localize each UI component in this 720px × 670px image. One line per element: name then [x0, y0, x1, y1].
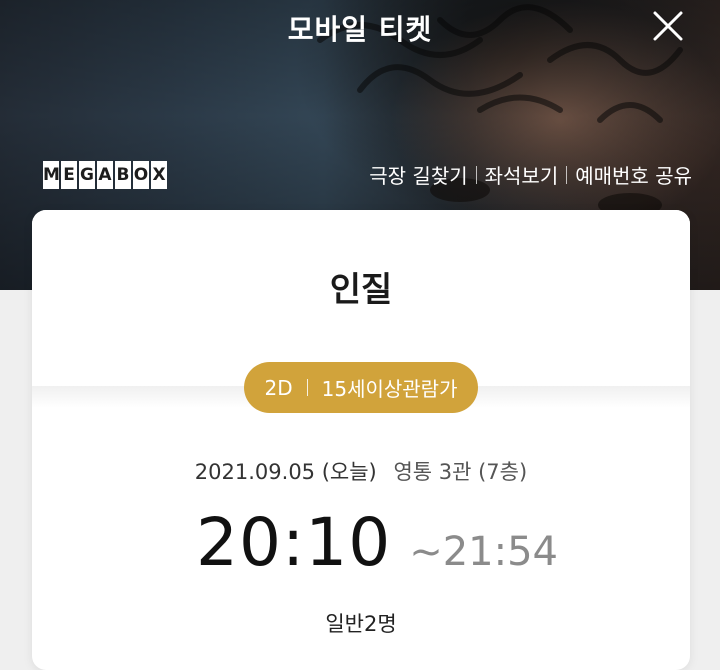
close-icon: [653, 11, 683, 41]
page-title: 모바일 티켓: [287, 13, 433, 46]
logo-letter: O: [133, 161, 149, 189]
find-theater-link[interactable]: 극장 길찾기: [369, 160, 467, 189]
format-label: 2D: [264, 375, 293, 400]
start-time: 20:10: [196, 504, 392, 581]
screening-info: 2021.09.05 (오늘) 영통 3관 (7층): [32, 456, 690, 486]
ticket-links: 극장 길찾기 좌석보기 예매번호 공유: [369, 160, 692, 189]
logo-letter: X: [151, 161, 167, 189]
view-seats-link[interactable]: 좌석보기: [485, 160, 559, 189]
logo-letter: G: [79, 161, 95, 189]
logo-letter: M: [43, 161, 60, 189]
close-button[interactable]: [650, 8, 686, 44]
audience-count: 일반2명: [325, 612, 397, 636]
screening-place: 영통 3관 (7층): [393, 460, 528, 484]
ticket-card: 인질 2D 15세이상관람가 2021.09.05 (오늘) 영통 3관 (7층…: [32, 210, 690, 670]
screening-time: 20:10 ~21:54: [196, 504, 558, 581]
logo-letter: B: [115, 161, 131, 189]
rating-label: 15세이상관람가: [321, 377, 458, 401]
screening-date: 2021.09.05 (오늘): [194, 460, 377, 484]
logo-letter: A: [97, 161, 113, 189]
link-divider: [566, 165, 568, 184]
megabox-logo: M E G A B O X: [43, 161, 167, 189]
share-booking-link[interactable]: 예매번호 공유: [575, 160, 692, 189]
end-time: ~21:54: [409, 529, 558, 575]
link-divider: [475, 165, 477, 184]
format-rating-badge: 2D 15세이상관람가: [244, 362, 478, 413]
logo-letter: E: [61, 161, 77, 189]
movie-title: 인질: [329, 270, 393, 310]
badge-divider: [306, 379, 308, 396]
